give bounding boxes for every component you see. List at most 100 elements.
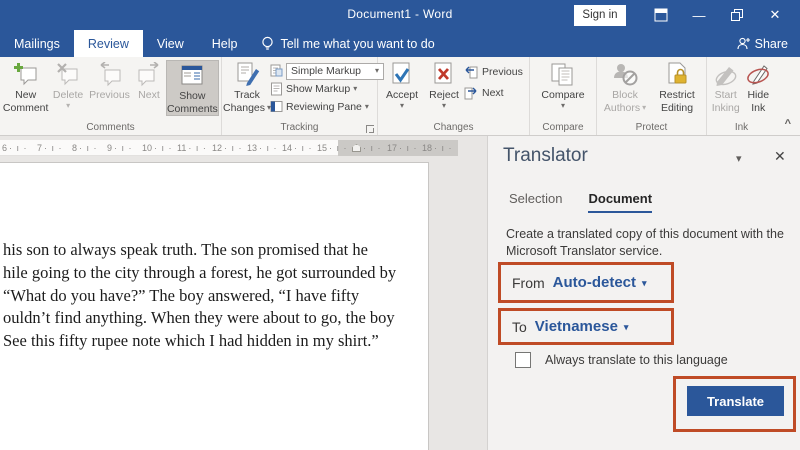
ruler-mark: 7 · ı ·: [37, 143, 63, 153]
show-markup-dropdown-icon: ▾: [353, 84, 358, 93]
hide-ink-label: Hide: [747, 89, 770, 101]
track-changes-icon: [234, 61, 260, 89]
show-comments-button[interactable]: Show Comments: [165, 60, 219, 116]
title-bar: Document1 - Word Sign in — ✕: [0, 0, 800, 30]
display-for-review-value: Simple Markup: [291, 65, 362, 77]
group-compare: Compare ▾ Compare: [530, 57, 597, 135]
group-label-changes: Changes: [433, 122, 474, 133]
next-change-label: Next: [482, 87, 504, 99]
translate-button[interactable]: Translate: [687, 386, 784, 416]
next-change-button[interactable]: Next: [464, 85, 523, 101]
tab-view[interactable]: View: [143, 30, 198, 57]
from-dropdown-icon: ▾: [642, 277, 647, 288]
start-inking-button[interactable]: Start Inking: [709, 60, 742, 114]
reviewing-pane-button[interactable]: Reviewing Pane ▾: [270, 98, 384, 116]
group-protect: Block Authors ▾ Restrict Editing Protect: [597, 57, 707, 135]
show-comments-label: Show: [179, 90, 206, 102]
accept-label: Accept: [385, 89, 419, 101]
pane-options-dropdown[interactable]: ▾: [736, 152, 742, 165]
block-authors-label2: Authors: [603, 101, 641, 114]
document-line: “What do you have?” The boy answered, “I…: [3, 285, 360, 305]
window-controls: — ✕: [642, 0, 794, 30]
ruler-mark: 17 · ı ·: [387, 143, 418, 153]
tab-help[interactable]: Help: [198, 30, 252, 57]
compare-label: Compare: [541, 89, 585, 101]
previous-comment-label: Previous: [89, 89, 130, 101]
ruler-mark: 10 · ı ·: [142, 143, 173, 153]
show-markup-label: Show Markup: [286, 83, 351, 95]
restore-icon: [731, 9, 743, 21]
group-label-tracking: Tracking: [280, 122, 319, 133]
from-language-dropdown[interactable]: Auto-detect ▾: [553, 274, 647, 291]
document-text: his son to always speak truth. The son p…: [3, 239, 427, 353]
start-inking-label2: Inking: [711, 101, 740, 114]
delete-dropdown-icon: ▾: [66, 100, 71, 110]
group-label-compare: Compare: [542, 122, 584, 133]
group-label-protect: Protect: [635, 122, 668, 133]
document-line: his son to always speak truth. The son p…: [3, 240, 368, 259]
share-label: Share: [754, 36, 788, 51]
tracking-stack: Simple Markup ▾ Show Markup ▾ Reviewing …: [270, 60, 384, 116]
restore-button[interactable]: [718, 0, 756, 30]
tab-document[interactable]: Document: [588, 191, 653, 213]
hide-ink-icon: [745, 61, 771, 89]
document-line: See this fifty rupee note which I had hi…: [3, 331, 379, 351]
always-translate-checkbox[interactable]: [515, 352, 531, 368]
sign-in-button[interactable]: Sign in: [574, 5, 626, 26]
annotation-box-to: To Vietnamese ▾: [498, 308, 674, 345]
show-markup-button[interactable]: Show Markup ▾: [270, 80, 384, 98]
right-indent-marker[interactable]: [352, 144, 361, 152]
previous-comment-icon: [97, 61, 123, 89]
tab-selection[interactable]: Selection: [509, 191, 562, 213]
new-comment-label: New: [15, 89, 37, 101]
ribbon-tab-row: Mailings Review View Help Tell me what y…: [0, 30, 800, 57]
pane-close-button[interactable]: ✕: [774, 148, 786, 165]
to-language-dropdown[interactable]: Vietnamese ▾: [535, 318, 629, 335]
ruler-mark: 14 · ı ·: [282, 143, 313, 153]
restrict-editing-label: Restrict: [659, 89, 695, 101]
delete-comment-icon: [56, 61, 80, 89]
collapse-ribbon-button[interactable]: ^: [785, 118, 791, 130]
block-authors-icon: [611, 61, 639, 89]
annotation-box-from: From Auto-detect ▾: [498, 262, 674, 303]
accept-button[interactable]: Accept ▾: [380, 60, 424, 110]
delete-comment-button[interactable]: Delete ▾: [49, 60, 86, 110]
block-authors-dropdown-icon: ▾: [642, 102, 647, 112]
show-comments-icon: [179, 62, 205, 90]
tell-me-box[interactable]: Tell me what you want to do: [251, 30, 444, 57]
minimize-button[interactable]: —: [680, 0, 718, 30]
tracking-dialog-launcher[interactable]: [366, 125, 374, 133]
tab-mailings[interactable]: Mailings: [0, 30, 74, 57]
compare-button[interactable]: Compare ▾: [535, 60, 591, 110]
block-authors-button[interactable]: Block Authors ▾: [599, 60, 651, 114]
always-translate-row: Always translate to this language: [515, 352, 728, 368]
display-review-icon: [270, 64, 283, 77]
new-comment-icon: [13, 61, 39, 89]
close-button[interactable]: ✕: [756, 0, 794, 30]
document-page[interactable]: his son to always speak truth. The son p…: [0, 162, 429, 450]
group-label-comments: Comments: [86, 122, 135, 133]
hide-ink-label2: Ink: [751, 101, 766, 114]
show-markup-icon: [271, 82, 282, 96]
share-button[interactable]: Share: [737, 30, 788, 57]
previous-comment-button[interactable]: Previous: [87, 60, 132, 102]
ruler-mark: 12 · ı ·: [212, 143, 243, 153]
start-inking-label: Start: [714, 89, 737, 101]
track-changes-button[interactable]: Track Changes ▾: [223, 60, 271, 114]
document-line: ouldn’t find anything. When they were ab…: [3, 308, 395, 328]
tab-review[interactable]: Review: [73, 30, 143, 57]
reject-button[interactable]: Reject ▾: [424, 60, 464, 110]
restrict-editing-button[interactable]: Restrict Editing: [651, 60, 703, 114]
translator-tabs: Selection Document: [509, 191, 653, 213]
ribbon-display-options-button[interactable]: [642, 0, 680, 30]
display-for-review-combobox[interactable]: Simple Markup ▾: [286, 62, 384, 80]
from-label: From: [512, 274, 545, 291]
horizontal-ruler[interactable]: 6 · ı · 7 · ı · 8 · ı · 9 · ı · 10 · ı · 11 · …: [0, 140, 458, 156]
hide-ink-button[interactable]: Hide Ink: [742, 60, 774, 114]
next-comment-button[interactable]: Next: [132, 60, 166, 102]
reject-icon: [431, 61, 457, 89]
previous-change-button[interactable]: Previous: [464, 64, 523, 80]
block-authors-label: Block: [612, 89, 638, 101]
tell-me-label: Tell me what you want to do: [280, 36, 435, 51]
new-comment-button[interactable]: New Comment: [2, 60, 49, 114]
